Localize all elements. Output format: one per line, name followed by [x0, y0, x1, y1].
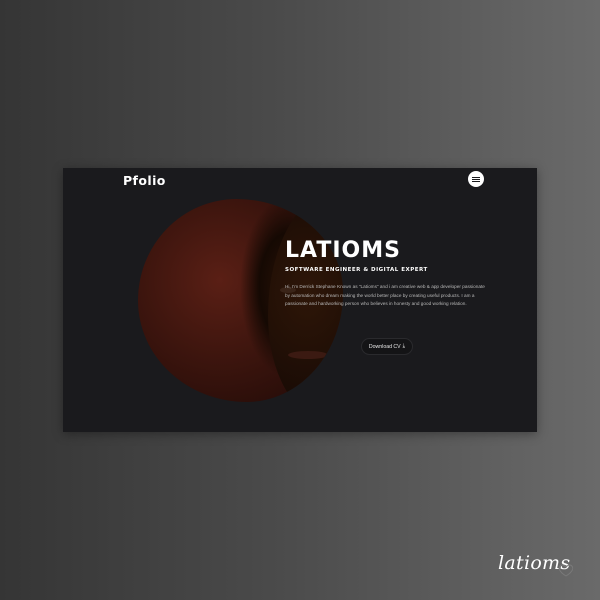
heart-icon[interactable] — [558, 562, 574, 578]
download-icon: ⤓ — [402, 343, 406, 349]
hero-subtitle: SOFTWARE ENGINEER & DIGITAL EXPERT — [285, 267, 428, 273]
menu-line — [472, 176, 480, 178]
portfolio-screenshot: Pfolio LATIOMS SOFTWARE ENGINEER & DIGIT… — [63, 168, 537, 432]
site-logo[interactable]: Pfolio — [123, 173, 166, 188]
hero-bio: Hi, I'm Derrick Stephane Known as "Latio… — [285, 284, 485, 306]
hero-title: LATIOMS — [285, 238, 401, 263]
download-cv-button[interactable]: Download CV ⤓ — [361, 338, 413, 355]
portrait-mouth — [288, 351, 328, 359]
menu-line — [472, 181, 480, 183]
menu-line — [472, 178, 480, 180]
download-cv-label: Download CV — [368, 343, 401, 350]
hamburger-menu-icon[interactable] — [468, 171, 484, 187]
